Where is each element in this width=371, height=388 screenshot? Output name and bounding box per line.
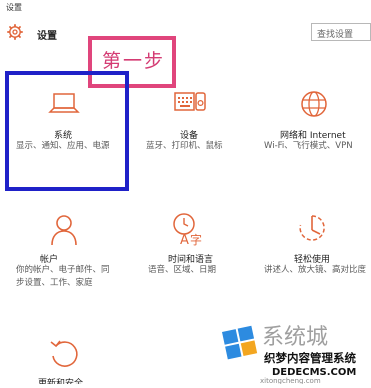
time-language-icon: A 字 xyxy=(170,212,206,248)
tile-network[interactable]: 网络和 Internet Wi-Fi、飞行模式、VPN xyxy=(264,88,371,168)
svg-text:字: 字 xyxy=(190,232,202,247)
tile-description: 蓝牙、打印机、鼠标 xyxy=(146,141,223,151)
svg-text:系统城: 系统城 xyxy=(262,325,328,350)
tile-description: Wi-Fi、飞行模式、VPN xyxy=(264,141,353,151)
tile-accounts[interactable]: 帐户 你的帐户、电子邮件、同步设置、工作、家庭 xyxy=(16,212,134,292)
svg-text:A: A xyxy=(180,233,189,248)
devices-icon xyxy=(172,88,208,124)
tile-title: 更新和安全 xyxy=(38,379,84,384)
globe-icon xyxy=(296,88,332,124)
tile-description: 你的帐户、电子邮件、同步设置、工作、家庭 xyxy=(16,265,110,288)
svg-text:织梦内容管理系统: 织梦内容管理系统 xyxy=(264,351,356,365)
ease-of-access-icon xyxy=(294,212,330,248)
tile-devices[interactable]: 设备 蓝牙、打印机、鼠标 xyxy=(146,88,264,168)
tile-time-language[interactable]: A 字 时间和语言 语音、区域、日期 xyxy=(146,212,264,292)
search-input[interactable]: 查找设置 xyxy=(311,23,371,41)
page-title: 设置 xyxy=(37,31,57,42)
person-icon xyxy=(46,212,82,248)
update-icon xyxy=(46,336,82,372)
highlight-annotation xyxy=(5,71,129,191)
tile-update-security[interactable]: 更新和安全 xyxy=(16,336,134,384)
tile-description: 讲述人、放大镜、高对比度 xyxy=(264,265,367,275)
svg-text:xitongcheng.com: xitongcheng.com xyxy=(260,377,321,384)
tile-ease-of-access[interactable]: 轻松使用 讲述人、放大镜、高对比度 xyxy=(264,212,371,292)
tile-description: 语音、区域、日期 xyxy=(148,265,217,275)
gear-icon xyxy=(6,23,24,41)
step-label: 第一步 xyxy=(102,50,166,72)
window-title: 设置 xyxy=(6,3,22,12)
watermark-logo: 系统城 织梦内容管理系统 DEDECMS.COM xitongcheng.com xyxy=(214,318,371,385)
